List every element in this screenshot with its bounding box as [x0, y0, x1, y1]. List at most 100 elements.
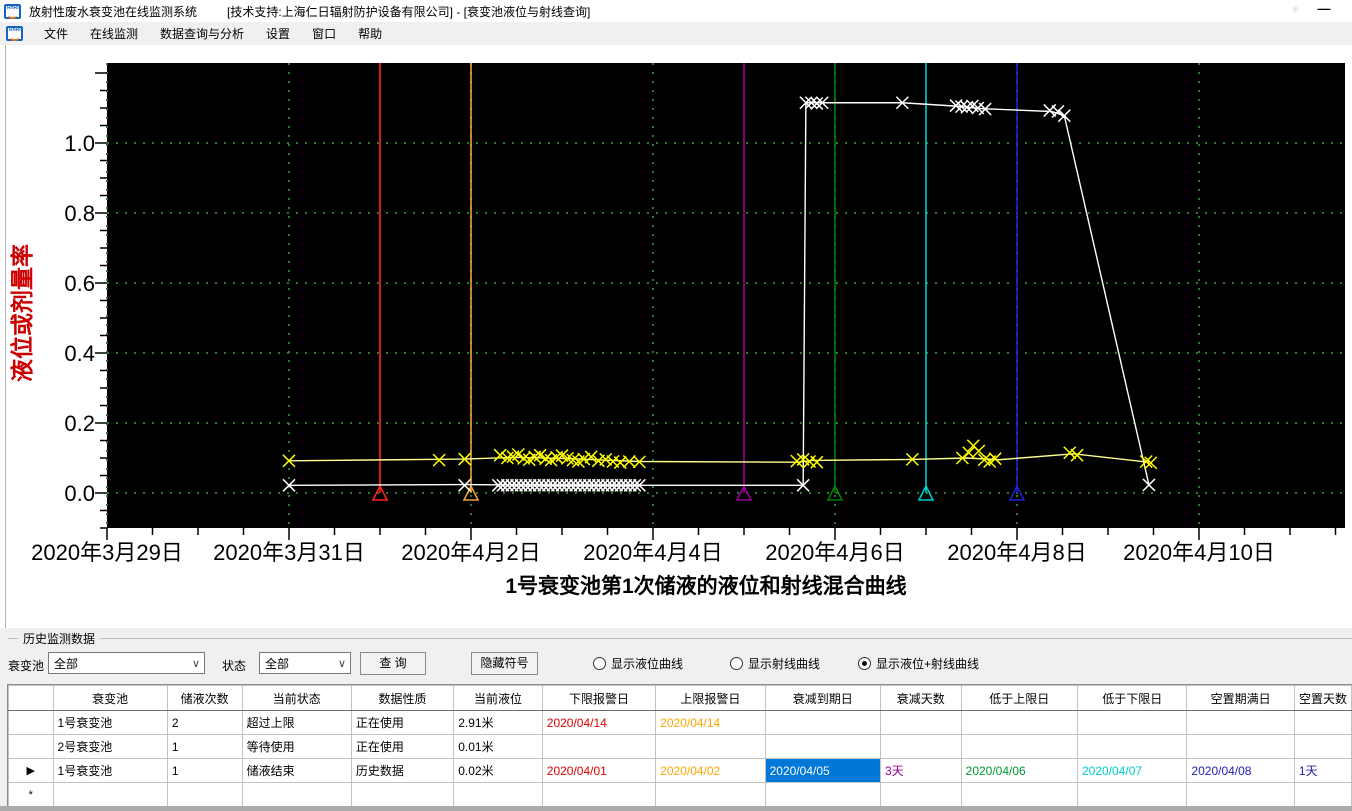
table-cell[interactable] [1293, 710, 1352, 735]
col-header-上限报警日[interactable]: 上限报警日 [655, 685, 766, 711]
table-cell[interactable]: 2号衰变池 [52, 734, 168, 759]
menu-item-0[interactable]: 文件 [33, 22, 79, 45]
table-cell[interactable] [960, 782, 1078, 806]
table-cell[interactable] [879, 782, 962, 806]
table-cell[interactable]: 等待使用 [241, 734, 352, 759]
table-cell[interactable] [1186, 710, 1295, 735]
minimize-button[interactable]: — [1316, 1, 1332, 17]
table-cell[interactable]: 0.01米 [453, 734, 543, 759]
radio-显示液位+射线曲线[interactable]: 显示液位+射线曲线 [858, 655, 979, 672]
pool-filter-dropdown[interactable]: 全部 ∨ [48, 652, 205, 674]
menu-item-4[interactable]: 窗口 [301, 22, 347, 45]
table-cell[interactable]: 2020/04/14 [541, 710, 657, 735]
groupbox-border [8, 638, 1352, 639]
radio-label: 显示液位曲线 [611, 657, 684, 671]
col-header-低于上限日[interactable]: 低于上限日 [960, 685, 1078, 711]
table-cell[interactable]: 1 [166, 734, 243, 759]
selected-table-cell[interactable]: 2020/04/05 [764, 758, 881, 783]
table-cell[interactable]: 正在使用 [350, 710, 455, 735]
svg-text:2020年4月8日: 2020年4月8日 [947, 540, 1086, 565]
table-cell[interactable] [350, 782, 455, 806]
col-header-衰减天数[interactable]: 衰减天数 [879, 685, 962, 711]
col-header-储液次数[interactable]: 储液次数 [166, 685, 243, 711]
table-cell[interactable]: 2020/04/14 [655, 710, 766, 735]
table-cell[interactable] [1293, 734, 1352, 759]
table-cell[interactable]: 2020/04/08 [1186, 758, 1295, 783]
svg-text:2020年4月6日: 2020年4月6日 [765, 540, 904, 565]
table-cell[interactable] [241, 782, 352, 806]
table-cell[interactable] [879, 734, 962, 759]
query-button[interactable]: 查 询 [360, 652, 426, 675]
col-header-当前状态[interactable]: 当前状态 [241, 685, 352, 711]
status-filter-label: 状态 [222, 659, 247, 673]
table-cell[interactable] [52, 782, 168, 806]
hide-symbols-button[interactable]: 隐藏符号 [471, 652, 538, 675]
svg-text:0.8: 0.8 [64, 201, 95, 226]
table-cell[interactable]: 1天 [1293, 758, 1352, 783]
groupbox-title: 历史监测数据 [18, 630, 101, 647]
radio-显示液位曲线[interactable]: 显示液位曲线 [593, 655, 683, 672]
table-cell[interactable] [1076, 710, 1188, 735]
table-row: ▶ 1号衰变池 1 储液结束 历史数据 0.02米 2020/04/01 2020/04/02… [8, 758, 1352, 783]
col-header-数据性质[interactable]: 数据性质 [350, 685, 455, 711]
table-cell[interactable]: 历史数据 [350, 758, 455, 783]
table-cell[interactable]: 2020/04/01 [541, 758, 657, 783]
col-header-空置期满日[interactable]: 空置期满日 [1186, 685, 1295, 711]
table-cell[interactable] [655, 782, 766, 806]
table-cell[interactable]: 1 [166, 758, 243, 783]
current-row-indicator[interactable]: ▶ [8, 758, 54, 783]
table-cell[interactable]: 正在使用 [350, 734, 455, 759]
table-cell[interactable] [960, 734, 1078, 759]
table-cell[interactable] [541, 734, 657, 759]
svg-text:2020年4月4日: 2020年4月4日 [583, 540, 722, 565]
table-cell[interactable]: 3天 [879, 758, 962, 783]
table-cell[interactable]: 2.91米 [453, 710, 543, 735]
radio-显示射线曲线[interactable]: 显示射线曲线 [730, 655, 820, 672]
table-cell[interactable]: 储液结束 [241, 758, 352, 783]
table-cell[interactable] [879, 710, 962, 735]
table-cell[interactable] [1186, 734, 1295, 759]
menu-item-5[interactable]: 帮助 [347, 22, 393, 45]
table-bottom-strip[interactable] [0, 806, 1352, 811]
col-header-低于下限日[interactable]: 低于下限日 [1076, 685, 1188, 711]
row-header-corner[interactable] [8, 685, 54, 711]
table-cell[interactable] [764, 710, 881, 735]
new-row-indicator[interactable]: * [8, 782, 54, 806]
status-filter-dropdown[interactable]: 全部 ∨ [259, 652, 351, 674]
table-cell[interactable]: 2020/04/07 [1076, 758, 1188, 783]
col-header-衰减到期日[interactable]: 衰减到期日 [764, 685, 881, 711]
chevron-down-icon: ∨ [191, 658, 200, 670]
menu-item-1[interactable]: 在线监测 [79, 22, 149, 45]
table-cell[interactable]: 超过上限 [241, 710, 352, 735]
table-cell[interactable] [1293, 782, 1352, 806]
row-header[interactable] [8, 710, 54, 735]
menu-item-3[interactable]: 设置 [255, 22, 301, 45]
svg-text:0.4: 0.4 [64, 341, 95, 366]
table-cell[interactable]: 2020/04/06 [960, 758, 1078, 783]
table-cell[interactable] [453, 782, 543, 806]
table-cell[interactable]: 2 [166, 710, 243, 735]
menu-item-2[interactable]: 数据查询与分析 [149, 22, 255, 45]
col-header-空置天数[interactable]: 空置天数 [1293, 685, 1352, 711]
table-row: 1号衰变池 2 超过上限 正在使用 2.91米 2020/04/14 2020/04/14 [8, 710, 1352, 735]
table-cell[interactable] [1076, 782, 1188, 806]
table-cell[interactable] [764, 734, 881, 759]
table-cell[interactable] [1186, 782, 1295, 806]
table-cell[interactable]: 2020/04/02 [655, 758, 766, 783]
table-cell[interactable] [764, 782, 881, 806]
table-cell[interactable] [541, 782, 657, 806]
table-cell[interactable]: 1号衰变池 [52, 758, 168, 783]
row-header[interactable] [8, 734, 54, 759]
table-cell[interactable]: 0.02米 [453, 758, 543, 783]
status-filter-value: 全部 [265, 656, 290, 671]
table-cell[interactable] [1076, 734, 1188, 759]
col-header-下限报警日[interactable]: 下限报警日 [541, 685, 657, 711]
table-cell[interactable] [166, 782, 243, 806]
table-cell[interactable]: 1号衰变池 [52, 710, 168, 735]
table-cell[interactable] [960, 710, 1078, 735]
level-and-ray-chart: 2020年3月29日 2020年3月31日 2020年4月2日 2020年4月4日 20… [9, 63, 1345, 598]
table-cell[interactable] [655, 734, 766, 759]
col-header-当前液位[interactable]: 当前液位 [453, 685, 543, 711]
col-header-衰变池[interactable]: 衰变池 [52, 685, 168, 711]
radio-label: 显示液位+射线曲线 [876, 657, 980, 671]
